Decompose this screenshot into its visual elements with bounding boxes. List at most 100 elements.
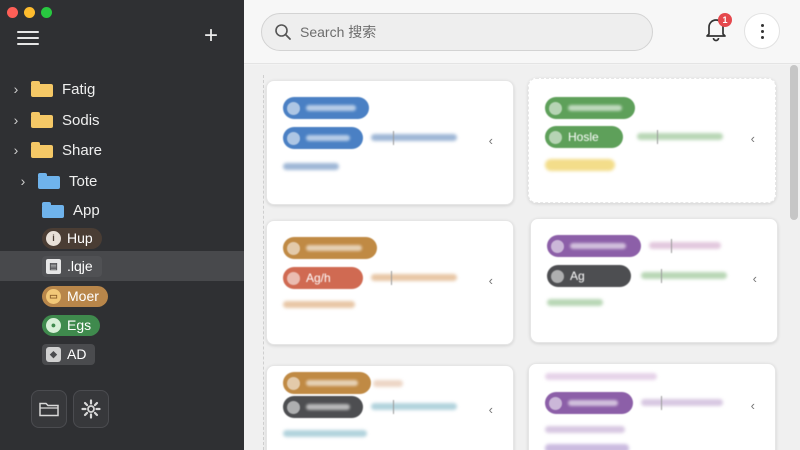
progress-line	[649, 242, 721, 249]
chevron-right-icon[interactable]: ›	[11, 112, 21, 128]
progress-marker	[671, 239, 672, 253]
sidebar-item-folder[interactable]: › Sodis	[0, 105, 244, 135]
sidebar-item-label: Tote	[69, 172, 98, 190]
sidebar-item-folder[interactable]: › Tote	[0, 166, 244, 196]
progress-marker	[393, 400, 394, 414]
chevron-left-icon[interactable]: ‹	[751, 131, 755, 146]
hamburger-menu-icon[interactable]	[17, 29, 39, 47]
chevron-left-icon[interactable]: ‹	[753, 271, 757, 286]
sidebar-item-folder[interactable]: App	[0, 195, 244, 225]
progress-line	[371, 274, 457, 281]
progress-marker	[391, 271, 392, 285]
meta-text	[283, 430, 367, 437]
meta-text	[545, 426, 625, 433]
progress-line	[371, 134, 457, 141]
tag-label: Hosle	[568, 130, 599, 144]
folder-icon	[31, 142, 53, 158]
tag-pill: Ag/h	[283, 267, 363, 289]
progress-line	[373, 380, 403, 387]
app-icon: ◆	[46, 346, 61, 362]
status-tag	[545, 159, 615, 171]
window-controls	[7, 7, 52, 18]
main-content: ‹ Hosle ‹ Ag/h ‹ Ag ‹ ‹ ‹	[244, 65, 800, 450]
sidebar-item-label: Sodis	[62, 111, 100, 129]
notification-badge: 1	[718, 13, 732, 27]
open-folder-button[interactable]	[31, 390, 67, 428]
sidebar-item-label: App	[73, 201, 100, 219]
item-card[interactable]: Hosle ‹	[528, 78, 776, 203]
user-icon: ●	[46, 317, 61, 333]
folder-icon: ▭	[46, 288, 61, 304]
close-window-button[interactable]	[7, 7, 18, 18]
search-bar[interactable]	[261, 13, 653, 51]
meta-text	[545, 373, 657, 380]
sidebar-tag-item[interactable]: i Hup	[0, 223, 244, 253]
progress-line	[641, 272, 727, 279]
scrollbar[interactable]	[790, 65, 798, 450]
tag-pill	[283, 372, 371, 394]
tag-pill	[283, 97, 369, 119]
tag-pill: Ag	[547, 265, 631, 287]
folder-icon	[31, 112, 53, 128]
folder-outline-icon	[39, 402, 59, 417]
tag-pill: Hosle	[545, 126, 623, 148]
tag-pill	[283, 127, 363, 149]
sidebar-item-label: Share	[62, 141, 103, 159]
tag-pill: ▭ Moer	[42, 285, 108, 307]
tag-pill: ◆ AD	[42, 343, 96, 365]
tag-pill	[283, 396, 363, 418]
chevron-left-icon[interactable]: ‹	[751, 398, 755, 413]
chevron-right-icon[interactable]: ›	[18, 173, 28, 189]
tag-label: Egs	[67, 317, 92, 333]
notifications-button[interactable]: 1	[704, 13, 732, 44]
item-card[interactable]: ‹	[528, 363, 776, 450]
tag-label: AD	[67, 346, 87, 362]
item-card[interactable]: Ag/h ‹	[266, 220, 514, 345]
item-card[interactable]: ‹	[266, 365, 514, 450]
folder-icon	[42, 202, 64, 218]
tag-pill	[283, 237, 377, 259]
tag-label: Hup	[67, 230, 93, 246]
tag-label: .lqje	[67, 258, 93, 274]
progress-marker	[657, 130, 658, 144]
scrollbar-thumb[interactable]	[790, 65, 798, 220]
tag-label: Moer	[67, 288, 99, 304]
sidebar-item-folder[interactable]: › Fatig	[0, 74, 244, 104]
zoom-window-button[interactable]	[41, 7, 52, 18]
minimize-window-button[interactable]	[24, 7, 35, 18]
chevron-right-icon[interactable]: ›	[11, 81, 21, 97]
tag-label: Ag	[570, 269, 585, 283]
settings-button[interactable]	[73, 390, 109, 428]
add-icon[interactable]: +	[199, 24, 223, 48]
sidebar: + › Fatig › Sodis › Share › Tote App i H…	[0, 0, 244, 450]
search-input[interactable]	[300, 24, 620, 40]
info-icon: i	[46, 230, 61, 246]
sidebar-tag-item[interactable]: ● Egs	[0, 310, 244, 340]
sidebar-tag-item[interactable]: ▭ Moer	[0, 281, 244, 311]
tag-pill: i Hup	[42, 227, 102, 249]
sidebar-item-label: Fatig	[62, 80, 96, 98]
sidebar-item-folder[interactable]: › Share	[0, 135, 244, 165]
item-card[interactable]: ‹	[266, 80, 514, 205]
sidebar-tag-item[interactable]: ◆ AD	[0, 339, 244, 369]
chevron-right-icon[interactable]: ›	[11, 142, 21, 158]
sidebar-tag-item-selected[interactable]: ▤ .lqje	[0, 251, 244, 281]
gear-icon	[81, 399, 101, 419]
tag-pill: ● Egs	[42, 314, 101, 336]
progress-line	[371, 403, 457, 410]
tag-pill	[545, 392, 633, 414]
chevron-left-icon[interactable]: ‹	[489, 273, 493, 288]
chevron-left-icon[interactable]: ‹	[489, 133, 493, 148]
item-card[interactable]: Ag ‹	[530, 218, 778, 343]
progress-marker	[393, 131, 394, 145]
more-options-icon[interactable]	[744, 13, 780, 49]
tag-pill: ▤ .lqje	[42, 255, 102, 277]
chevron-left-icon[interactable]: ‹	[489, 402, 493, 417]
meta-text	[547, 299, 603, 306]
meta-text	[283, 301, 355, 308]
progress-marker	[661, 396, 662, 410]
tag-pill	[545, 97, 635, 119]
top-bar: 1	[244, 0, 800, 64]
progress-line	[641, 399, 723, 406]
meta-text	[283, 163, 339, 170]
